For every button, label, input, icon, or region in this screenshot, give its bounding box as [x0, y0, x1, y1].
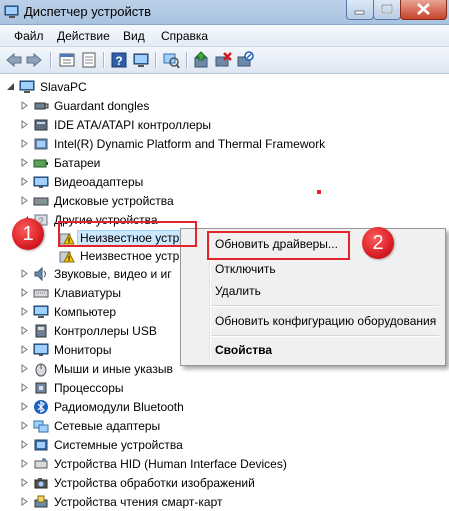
computer-icon — [33, 305, 49, 318]
help-icon[interactable]: ? — [110, 51, 128, 69]
expand-arrow-icon[interactable] — [20, 478, 29, 487]
tree-item-label: Контроллеры USB — [54, 324, 157, 338]
menu-delete[interactable]: Удалить — [215, 284, 261, 298]
highlight-unknown-device — [58, 221, 197, 247]
expand-arrow-icon[interactable] — [20, 158, 29, 167]
expand-arrow-icon[interactable] — [20, 269, 29, 278]
title-bar: Диспетчер устройств — [0, 0, 449, 25]
tree-item-label: Видеоадаптеры — [54, 175, 144, 189]
maximize-icon — [381, 4, 393, 14]
tree-item-label: Системные устройства — [54, 438, 183, 452]
expand-arrow-icon[interactable] — [20, 177, 29, 186]
window-title: Диспетчер устройств — [24, 4, 152, 19]
tree-item-label: Процессоры — [54, 381, 124, 395]
step-badge-1: 1 — [12, 218, 44, 250]
tree-item-label: Радиомодули Bluetooth — [54, 400, 184, 414]
expand-arrow-icon[interactable] — [20, 421, 29, 430]
tree-item-label: Устройства HID (Human Interface Devices) — [54, 457, 287, 471]
expand-arrow-icon[interactable] — [20, 402, 29, 411]
marker-dot — [317, 190, 321, 194]
update-driver-icon[interactable] — [192, 51, 210, 69]
expand-arrow-icon[interactable] — [20, 459, 29, 468]
battery-icon — [33, 159, 48, 168]
system-device-icon — [34, 439, 48, 451]
camera-icon — [34, 478, 48, 489]
maximize-button[interactable] — [373, 0, 401, 20]
disable-icon[interactable] — [236, 51, 254, 69]
computer-icon — [19, 80, 35, 93]
tree-root-label: SlavaPC — [40, 80, 87, 94]
expand-arrow-icon[interactable] — [20, 326, 29, 335]
dongle-icon — [34, 102, 49, 110]
close-icon — [417, 3, 430, 15]
tree-item-label: Звуковые, видео и иг — [54, 267, 172, 281]
ide-controller-icon — [34, 119, 48, 131]
tree-item-label: IDE ATA/ATAPI контроллеры — [54, 118, 212, 132]
expand-arrow-icon[interactable] — [20, 288, 29, 297]
tree-item-label: Мыши и иные указыв — [54, 362, 173, 376]
show-hidden-icon[interactable] — [80, 51, 98, 69]
menu-bar: Файл Действие Вид Справка — [0, 25, 449, 47]
display-adapter-icon — [33, 176, 49, 188]
uninstall-icon[interactable] — [214, 51, 232, 69]
network-adapter-icon — [33, 420, 49, 433]
hid-icon — [34, 458, 48, 469]
usb-icon — [35, 324, 47, 338]
tree-item-label: Устройства чтения смарт-карт — [54, 495, 223, 509]
computer-icon[interactable] — [132, 51, 150, 69]
sound-icon — [34, 266, 46, 282]
svg-text:?: ? — [115, 54, 122, 68]
menu-view[interactable]: Вид — [123, 29, 145, 43]
tree-item-label: Дисковые устройства — [54, 194, 174, 208]
back-arrow-icon[interactable] — [5, 51, 23, 69]
menu-disable[interactable]: Отключить — [215, 262, 276, 276]
tree-item-label: Компьютер — [54, 305, 117, 319]
collapse-arrow-icon[interactable] — [6, 82, 15, 91]
disk-drive-icon — [33, 197, 49, 206]
minimize-icon — [354, 10, 365, 15]
menu-properties[interactable]: Свойства — [215, 343, 272, 357]
menu-action[interactable]: Действие — [57, 29, 110, 43]
tree-item-label: Батареи — [54, 156, 101, 170]
expand-arrow-icon[interactable] — [20, 383, 29, 392]
step-badge-2: 2 — [362, 227, 394, 259]
forward-arrow-icon[interactable] — [25, 51, 43, 69]
warning-icon — [59, 250, 75, 263]
toolbar: ? — [0, 47, 449, 74]
device-icon — [34, 138, 48, 150]
smart-card-reader-icon — [34, 495, 48, 508]
keyboard-icon — [33, 289, 49, 298]
tree-item-label: Guardant dongles — [54, 99, 150, 113]
tree-item-label: Устройства обработки изображений — [54, 476, 255, 490]
monitor-icon — [33, 343, 49, 356]
device-manager-icon — [4, 5, 19, 18]
expand-arrow-icon[interactable] — [20, 120, 29, 129]
minimize-button[interactable] — [346, 0, 374, 20]
processor-icon — [35, 382, 47, 394]
bluetooth-icon — [34, 400, 48, 414]
tree-item-label: Сетевые адаптеры — [54, 419, 161, 433]
expand-arrow-icon[interactable] — [20, 364, 29, 373]
tree-item-label: Неизвестное устр — [80, 249, 180, 263]
tree-item-label: Intel(R) Dynamic Platform and Thermal Fr… — [54, 137, 326, 151]
mouse-icon — [35, 363, 47, 377]
menu-file[interactable]: Файл — [14, 29, 44, 43]
expand-arrow-icon[interactable] — [20, 345, 29, 354]
expand-arrow-icon[interactable] — [20, 497, 29, 506]
scan-hardware-icon[interactable] — [162, 51, 180, 69]
expand-arrow-icon[interactable] — [20, 101, 29, 110]
highlight-update-drivers — [207, 231, 350, 260]
close-button[interactable] — [400, 0, 447, 20]
menu-scan-hardware[interactable]: Обновить конфигурацию оборудования — [215, 314, 436, 328]
tree-item-label: Клавиатуры — [54, 286, 121, 300]
expand-arrow-icon[interactable] — [20, 196, 29, 205]
tree-root[interactable]: SlavaPC — [6, 78, 206, 96]
expand-arrow-icon[interactable] — [20, 139, 29, 148]
expand-arrow-icon[interactable] — [20, 440, 29, 449]
tree-item-label: Мониторы — [54, 343, 112, 357]
expand-arrow-icon[interactable] — [20, 307, 29, 316]
menu-help[interactable]: Справка — [161, 29, 208, 43]
properties-icon[interactable] — [58, 51, 76, 69]
